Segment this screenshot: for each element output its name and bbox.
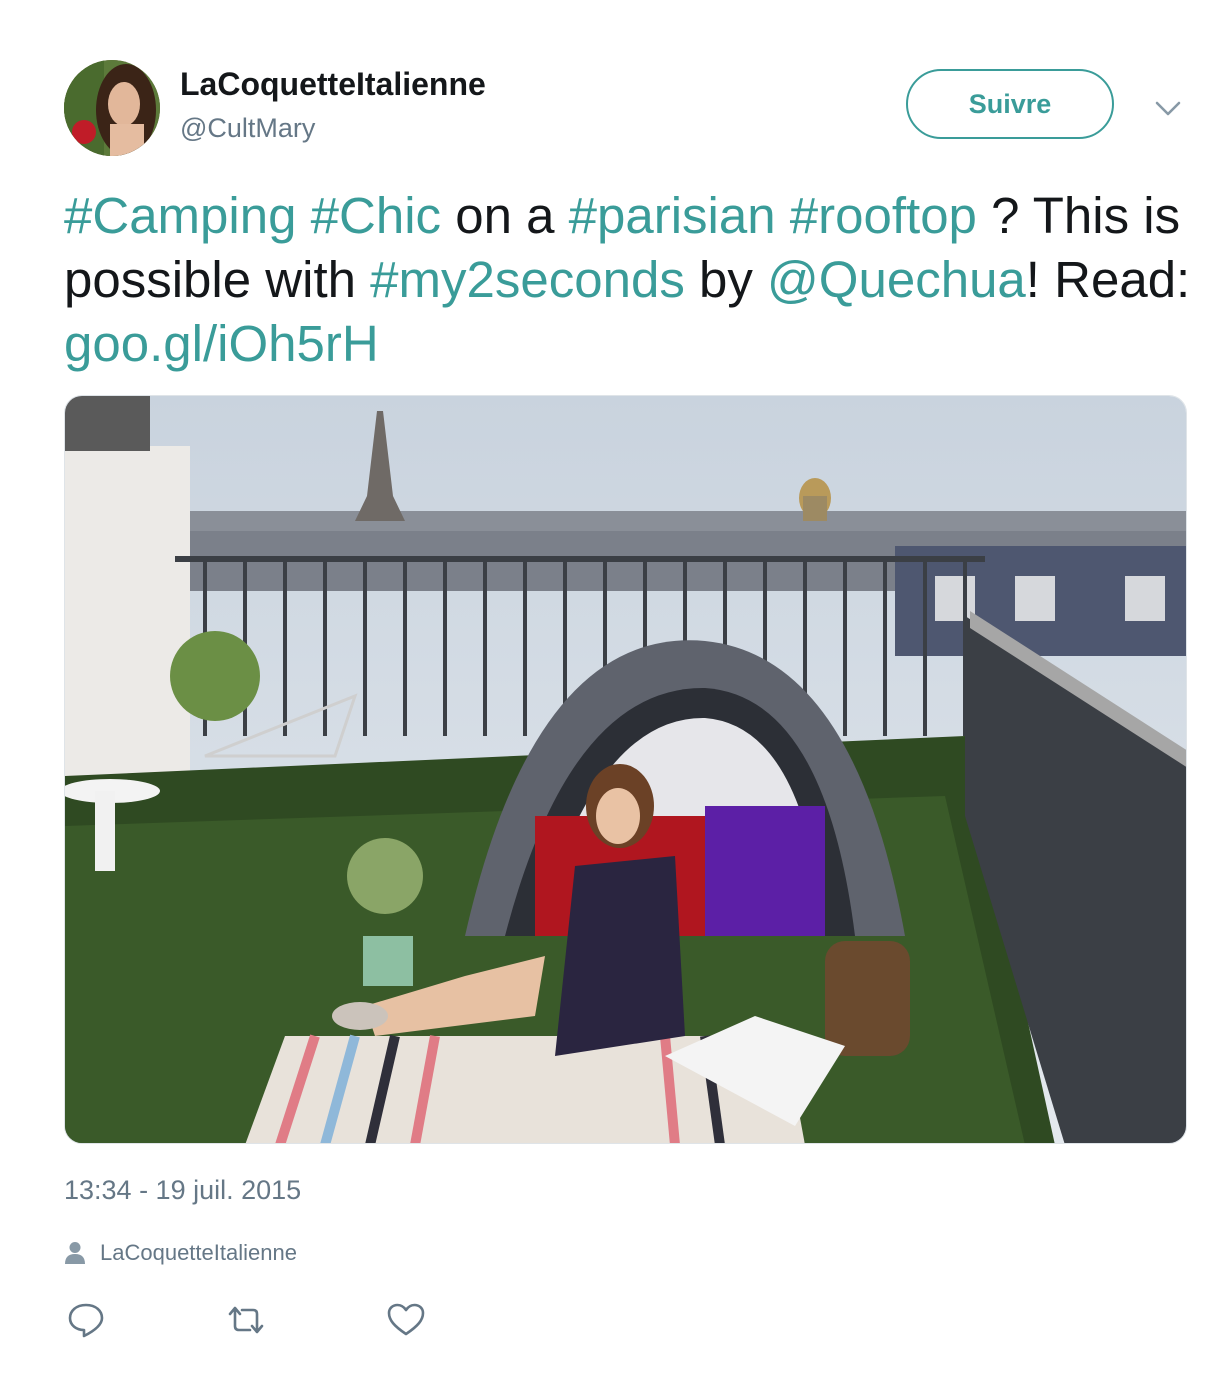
hashtag-link[interactable]: #rooftop: [790, 187, 977, 244]
tweet-text-segment: on a: [441, 187, 569, 244]
chevron-down-icon[interactable]: [1152, 94, 1184, 122]
heart-icon[interactable]: [386, 1300, 426, 1340]
tweet-text-segment: [296, 187, 310, 244]
mention-link[interactable]: @Quechua: [767, 251, 1026, 308]
via-attribution[interactable]: LaCoquetteItalienne: [64, 1240, 297, 1266]
author-handle[interactable]: @CultMary: [180, 113, 315, 144]
tweet-text-segment: by: [684, 251, 768, 308]
tweet-text-segment: ! Read:: [1025, 251, 1191, 308]
via-label: LaCoquetteItalienne: [100, 1240, 297, 1265]
hashtag-link[interactable]: #my2seconds: [370, 251, 685, 308]
url-link[interactable]: goo.gl/iOh5rH: [64, 315, 379, 372]
reply-icon[interactable]: [66, 1300, 106, 1340]
hashtag-link[interactable]: #Camping: [64, 187, 296, 244]
person-icon: [64, 1241, 86, 1265]
tweet-text: #Camping #Chic on a #parisian #rooftop ?…: [64, 184, 1194, 376]
hashtag-link[interactable]: #parisian: [569, 187, 776, 244]
retweet-icon[interactable]: [226, 1300, 266, 1340]
author-display-name[interactable]: LaCoquetteItalienne: [180, 66, 486, 103]
tweet-text-segment: [776, 187, 790, 244]
tweet-timestamp[interactable]: 13:34 - 19 juil. 2015: [64, 1175, 301, 1206]
avatar[interactable]: [64, 60, 160, 156]
tweet-photo[interactable]: [64, 395, 1187, 1144]
hashtag-link[interactable]: #Chic: [311, 187, 441, 244]
follow-button[interactable]: Suivre: [906, 69, 1114, 139]
